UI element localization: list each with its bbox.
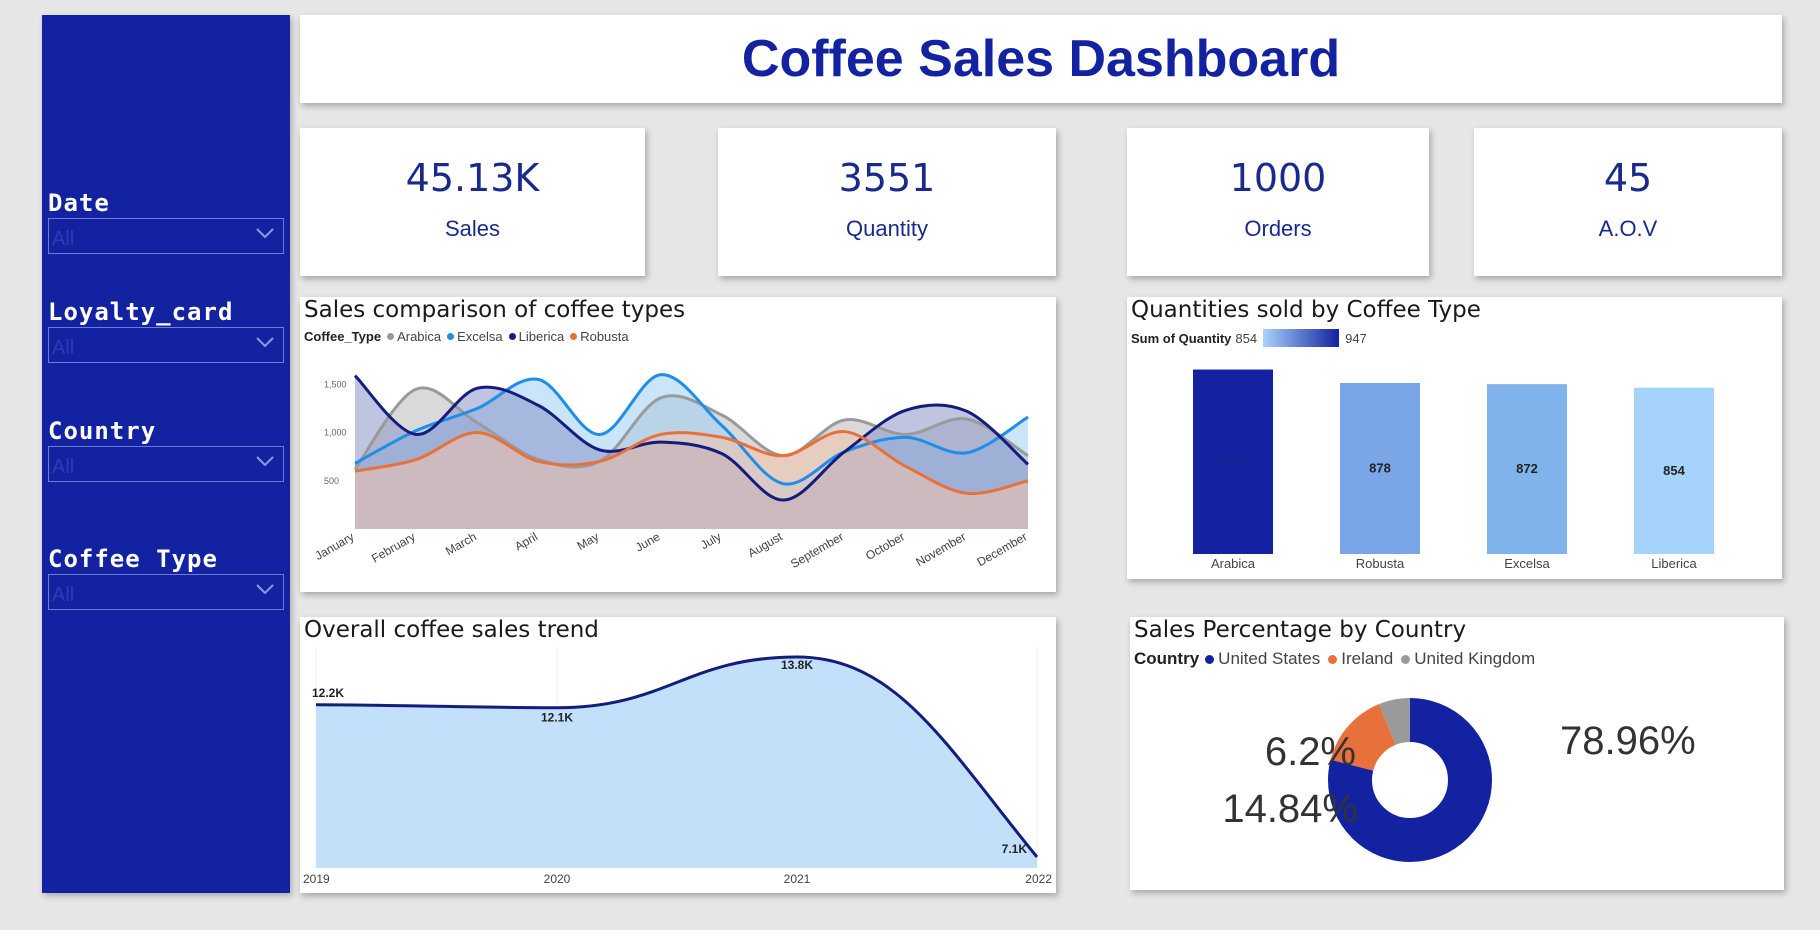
x-tick-label: July xyxy=(698,529,723,552)
country-dropdown[interactable]: All xyxy=(48,446,284,482)
loyalty-card-dropdown-value: All xyxy=(52,337,75,359)
sales-comparison-chart-card[interactable]: Sales comparison of coffee types Coffee_… xyxy=(300,297,1056,592)
chevron-down-icon xyxy=(256,456,274,467)
x-tick-label: June xyxy=(633,529,663,554)
kpi-card-aov[interactable]: 45 A.O.V xyxy=(1474,128,1782,276)
filter-sidebar: Date All Loyalty_card All Country All Co… xyxy=(42,15,290,893)
slice-percent-label: 78.96% xyxy=(1560,719,1696,763)
x-tick-label: September xyxy=(788,529,846,570)
kpi-aov-label: A.O.V xyxy=(1598,216,1658,241)
kpi-sales-label: Sales xyxy=(444,216,501,241)
bar-value-label: 872 xyxy=(1516,461,1538,476)
loyalty-card-dropdown[interactable]: All xyxy=(48,327,284,363)
coffee-type-dropdown-value: All xyxy=(52,584,75,606)
kpi-orders-label: Orders xyxy=(1244,216,1312,241)
x-tick-label: Excelsa xyxy=(1504,556,1550,571)
page-title: Coffee Sales Dashboard xyxy=(741,30,1341,88)
x-tick-label: November xyxy=(913,529,968,569)
slicer-country: Country All xyxy=(48,417,284,482)
bar-value-label: 878 xyxy=(1369,460,1391,475)
x-tick-label: March xyxy=(443,529,479,558)
y-tick-label: 1,000 xyxy=(324,428,347,438)
quantities-plot[interactable]: 947 Arabica 878 Robusta 872 Excelsa 854 Liberic… xyxy=(1127,297,1782,579)
sales-trend-plot[interactable]: 12.2K 12.1K 13.8K 7.1K 2019 2020 2021 2022 xyxy=(300,617,1056,893)
x-tick-label: April xyxy=(512,529,540,553)
kpi-quantity-value: 3551 xyxy=(838,156,936,200)
slicer-coffee-type: Coffee Type All xyxy=(48,545,284,610)
x-tick-label: 2020 xyxy=(544,872,571,886)
data-label: 7.1K xyxy=(1002,842,1028,856)
quantities-chart-card[interactable]: Quantities sold by Coffee Type Sum of Qu… xyxy=(1127,297,1782,579)
x-tick-label: Robusta xyxy=(1356,556,1405,571)
data-label: 13.8K xyxy=(781,658,813,672)
kpi-card-sales[interactable]: 45.13K Sales xyxy=(300,128,645,276)
kpi-sales-value: 45.13K xyxy=(405,156,540,200)
slicer-loyalty-card: Loyalty_card All xyxy=(48,298,284,363)
slicer-date-label: Date xyxy=(48,189,110,217)
slice-percent-label: 14.84% xyxy=(1222,787,1358,831)
x-tick-label: January xyxy=(313,529,357,562)
y-tick-label: 1,500 xyxy=(324,379,347,389)
x-tick-label: August xyxy=(745,529,785,560)
sales-comparison-plot[interactable]: 500 1,000 1,500 January February March April Ma… xyxy=(300,297,1056,592)
kpi-card-orders[interactable]: 1000 Orders xyxy=(1127,128,1429,276)
sales-trend-chart-card[interactable]: Overall coffee sales trend 12.2K 12.1K 13.… xyxy=(300,617,1056,893)
kpi-quantity-label: Quantity xyxy=(846,216,928,241)
kpi-aov-value: 45 xyxy=(1603,156,1653,200)
chevron-down-icon xyxy=(256,228,274,239)
date-dropdown-value: All xyxy=(52,228,75,250)
slicer-country-label: Country xyxy=(48,417,157,445)
slice-percent-label: 6.2% xyxy=(1265,730,1356,774)
x-tick-label: 2019 xyxy=(303,872,330,886)
slicer-coffee-type-label: Coffee Type xyxy=(48,545,218,573)
country-share-chart-card[interactable]: Sales Percentage by Country Country Unit… xyxy=(1130,617,1784,890)
chevron-down-icon xyxy=(256,337,274,348)
x-tick-label: February xyxy=(369,529,418,565)
chevron-down-icon xyxy=(256,584,274,595)
date-dropdown[interactable]: All xyxy=(48,218,284,254)
x-tick-label: Arabica xyxy=(1211,556,1256,571)
x-tick-label: October xyxy=(863,529,907,562)
data-label: 12.1K xyxy=(541,711,573,725)
kpi-orders-value: 1000 xyxy=(1229,156,1327,200)
x-tick-label: 2022 xyxy=(1025,872,1052,886)
x-tick-label: May xyxy=(575,529,602,552)
x-tick-label: 2021 xyxy=(784,872,811,886)
x-tick-label: Liberica xyxy=(1651,556,1697,571)
title-card: Coffee Sales Dashboard xyxy=(300,15,1782,103)
x-tick-label: December xyxy=(975,529,1030,569)
data-label: 12.2K xyxy=(312,686,344,700)
kpi-card-quantity[interactable]: 3551 Quantity xyxy=(718,128,1056,276)
country-donut-plot[interactable]: 78.96% 14.84% 6.2% xyxy=(1130,617,1784,890)
bar-value-label: 947 xyxy=(1222,454,1244,469)
coffee-type-dropdown[interactable]: All xyxy=(48,574,284,610)
slicer-loyalty-card-label: Loyalty_card xyxy=(48,298,234,326)
country-dropdown-value: All xyxy=(52,456,75,478)
bar-value-label: 854 xyxy=(1663,463,1685,478)
trend-area xyxy=(316,657,1037,868)
slicer-date: Date All xyxy=(48,189,284,254)
y-tick-label: 500 xyxy=(324,476,339,486)
